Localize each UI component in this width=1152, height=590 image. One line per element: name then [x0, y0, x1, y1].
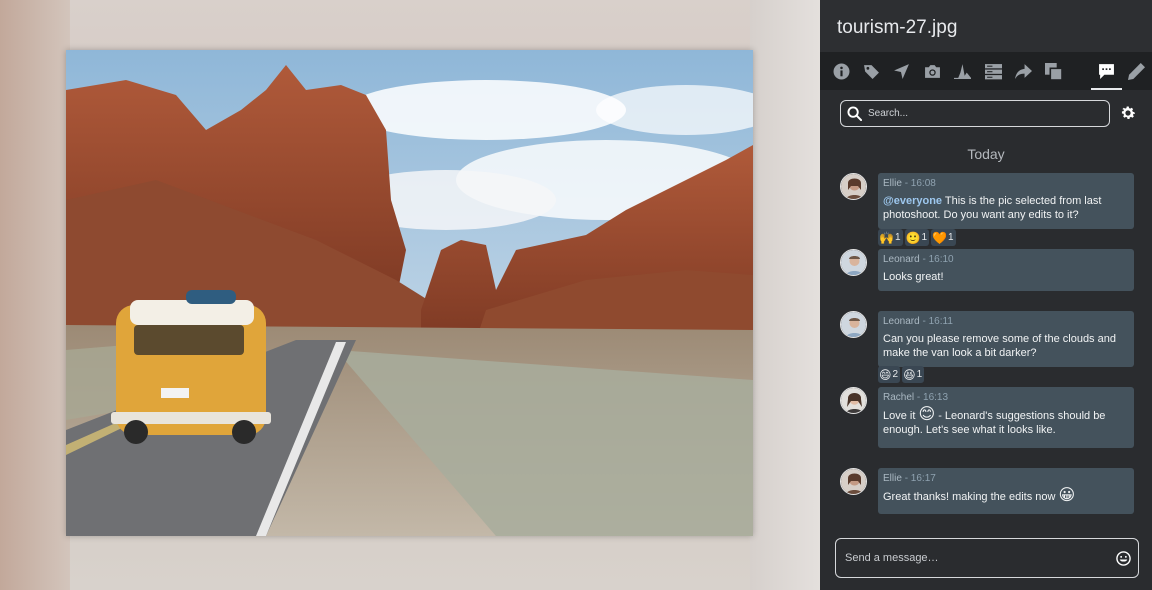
avatar-leonard[interactable] — [840, 311, 867, 338]
reaction-laughing[interactable]: 😆 1 — [902, 366, 925, 383]
message-time: - 16:13 — [916, 392, 949, 403]
day-separator: Today — [967, 146, 1005, 162]
location-icon[interactable] — [887, 52, 917, 90]
reaction-raised-hands[interactable]: 🙌 1 — [878, 229, 903, 246]
message-bubble[interactable]: Ellie - 16:08 @everyone This is the pic … — [878, 173, 1134, 229]
message-bubble[interactable]: Leonard - 16:11 Can you please remove so… — [878, 311, 1134, 367]
blush-emoji: 😊 — [918, 406, 936, 423]
message-time: - 16:17 — [904, 473, 936, 484]
search-input[interactable] — [868, 107, 1088, 119]
message-author: Ellie — [883, 473, 902, 484]
message-author: Leonard — [883, 254, 920, 265]
side-panel: tourism-27.jpg Search... Today Ellie - 1… — [820, 0, 1152, 590]
reaction-slight-smile[interactable]: 🙂 1 — [904, 229, 930, 246]
message-time: - 16:08 — [904, 178, 936, 189]
message-composer[interactable] — [835, 538, 1139, 578]
message-bubble[interactable]: Leonard - 16:10 Looks great! — [878, 249, 1134, 291]
edit-icon[interactable] — [1122, 52, 1152, 90]
tag-icon[interactable] — [856, 52, 886, 90]
avatar-ellie[interactable] — [840, 468, 867, 495]
search-box[interactable] — [840, 99, 1110, 127]
message-text: Can you please remove some of the clouds… — [883, 333, 1116, 359]
reaction-grin[interactable]: 😄 2 — [878, 366, 901, 383]
histogram-icon[interactable] — [948, 52, 978, 90]
message-time: - 16:10 — [922, 254, 954, 265]
photo-illustration — [66, 50, 753, 536]
message-reactions: 🙌 1 🙂 1 🧡 1 — [878, 229, 956, 246]
backdrop-right — [750, 0, 820, 590]
search-row — [820, 90, 1152, 136]
avatar-leonard[interactable] — [840, 249, 867, 276]
file-title: tourism-27.jpg — [820, 0, 1152, 52]
message-bubble[interactable]: Rachel - 16:13 Love it 😊 - Leonard's sug… — [878, 387, 1134, 448]
message-text: Love it 😊 - Leonard's suggestions should… — [883, 406, 1106, 437]
share-icon[interactable] — [1008, 52, 1038, 90]
search-icon — [847, 105, 862, 121]
backdrop-left — [0, 0, 70, 590]
message-reactions: 😄 2 😆 1 — [878, 366, 925, 383]
message-input[interactable] — [845, 552, 1105, 564]
message-bubble[interactable]: Ellie - 16:17 Great thanks! making the e… — [878, 468, 1134, 514]
versions-icon[interactable] — [1039, 52, 1069, 90]
camera-icon[interactable] — [917, 52, 947, 90]
avatar-rachel[interactable] — [840, 387, 867, 414]
gear-icon[interactable] — [1119, 104, 1137, 122]
message-author: Leonard — [883, 316, 920, 327]
emoji-picker-icon[interactable] — [1116, 551, 1131, 566]
message-author: Rachel — [883, 392, 915, 403]
message-text: Great thanks! making the edits now 😀 — [883, 487, 1076, 504]
panel-toolbar — [820, 52, 1152, 90]
comments-icon[interactable] — [1091, 52, 1123, 90]
metadata-icon[interactable] — [978, 52, 1008, 90]
avatar-ellie[interactable] — [840, 173, 867, 200]
message-text: Looks great! — [883, 271, 944, 283]
message-text: @everyone This is the pic selected from … — [883, 195, 1102, 221]
image-viewer — [0, 0, 820, 590]
message-time: - 16:11 — [922, 316, 953, 327]
info-icon[interactable] — [826, 52, 856, 90]
mention-everyone[interactable]: @everyone — [883, 195, 942, 207]
grinning-emoji: 😀 — [1058, 487, 1076, 504]
main-photo[interactable] — [66, 50, 753, 536]
message-author: Ellie — [883, 178, 902, 189]
reaction-orange-heart[interactable]: 🧡 1 — [931, 229, 956, 246]
